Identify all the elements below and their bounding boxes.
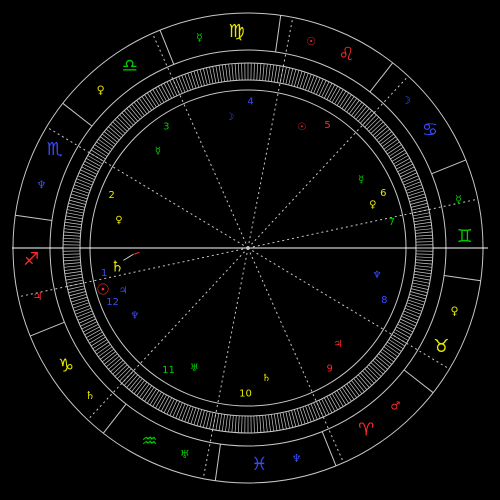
sign-glyph-virgo: ♍: [229, 21, 245, 42]
house-ruler-8: ♆: [373, 270, 382, 281]
sign-glyph-scorpio: ♏: [47, 139, 63, 160]
sign-ruler-pisces: ♆: [292, 452, 302, 465]
house-number-11: 11: [162, 365, 175, 376]
planet-saturn: ♄: [111, 257, 124, 275]
house-ruler-2: ♀: [115, 215, 122, 226]
sign-glyph-capricorn: ♑: [58, 356, 74, 377]
sign-ruler-scorpio: ♆: [37, 178, 47, 191]
planet-sun: ☉: [96, 281, 109, 299]
house-ruler-10: ♄: [262, 373, 271, 384]
house-ruler-9: ♃: [334, 339, 343, 350]
sign-ruler-libra: ♀: [97, 84, 105, 97]
sign-ruler-taurus: ♀: [451, 305, 459, 318]
sign-glyph-pisces: ♓: [251, 454, 267, 475]
sign-glyph-cancer: ♋: [422, 119, 438, 140]
house-number-5: 5: [324, 120, 330, 131]
sign-glyph-aries: ♈: [358, 419, 374, 440]
house-ruler-3: ☿: [155, 146, 161, 157]
house-number-9: 9: [326, 364, 332, 375]
sign-ruler-leo: ☉: [306, 35, 316, 48]
sign-ruler-gemini: ☿: [455, 193, 462, 206]
chart-background: [0, 0, 500, 500]
sign-glyph-taurus: ♉: [433, 336, 449, 357]
sign-glyph-sagittarius: ♐: [23, 249, 39, 270]
sign-glyph-libra: ♎: [122, 56, 138, 77]
house-number-7: 7: [389, 217, 395, 228]
astrology-chart-wheel: ♈ ♂ ♉ ♀ ♊ ☿ ♋ ☽ ♌ ☉ ♍ ☿ ♎ ♀ ♏ ♆ ♐ ♃ ♑ ♄ ♒ ♅ ♓ ♆ 1 ♃ 2 ♀ 3 ☿ 4 ☽ 5 ☉ 6 ☿ 7 ♀ 8 ♆…: [0, 0, 500, 500]
house-number-2: 2: [109, 190, 115, 201]
house-ruler-1: ♃: [119, 285, 128, 296]
house-number-3: 3: [163, 121, 169, 132]
sign-ruler-virgo: ☿: [196, 31, 203, 44]
house-ruler-5: ☉: [297, 122, 306, 133]
house-number-8: 8: [381, 295, 387, 306]
house-ruler-6: ☿: [358, 175, 364, 186]
house-number-10: 10: [239, 388, 252, 399]
sign-ruler-cancer: ☽: [401, 94, 411, 107]
house-ruler-4: ☽: [225, 112, 234, 123]
sign-ruler-capricorn: ♄: [85, 389, 95, 402]
sign-glyph-gemini: ♊: [457, 226, 473, 247]
house-number-6: 6: [380, 188, 386, 199]
sign-ruler-aquarius: ♅: [180, 448, 190, 461]
sign-ruler-sagittarius: ♃: [33, 290, 43, 303]
house-number-4: 4: [247, 97, 253, 108]
sign-ruler-aries: ♂: [390, 399, 400, 412]
sign-glyph-aquarius: ♒: [141, 431, 157, 452]
house-ruler-12: ♆: [130, 310, 139, 321]
house-number-1: 1: [101, 268, 107, 279]
house-ruler-7: ♀: [369, 200, 376, 211]
sign-glyph-leo: ♌: [338, 44, 354, 65]
house-number-12: 12: [106, 297, 119, 308]
house-ruler-11: ♅: [190, 363, 199, 374]
